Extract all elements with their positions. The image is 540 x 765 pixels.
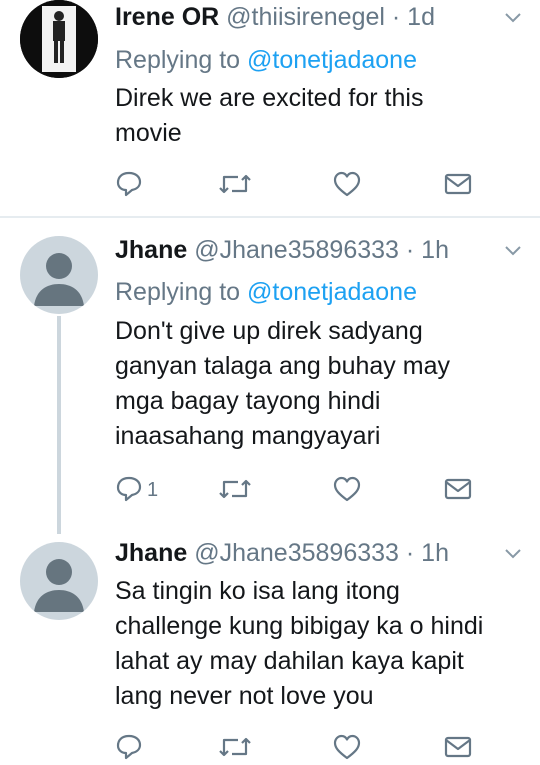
timestamp[interactable]: · 1h bbox=[406, 539, 449, 567]
heart-icon bbox=[333, 171, 361, 197]
default-avatar-icon bbox=[34, 253, 84, 306]
reply-count: 1 bbox=[147, 479, 159, 501]
tweet-actions bbox=[115, 170, 475, 202]
display-name[interactable]: Irene OR bbox=[115, 3, 219, 31]
mail-icon bbox=[444, 736, 472, 758]
user-handle[interactable]: @Jhane35896333 bbox=[194, 539, 399, 567]
tweet-text-line: lang never not love you bbox=[115, 682, 374, 710]
dm-button[interactable] bbox=[443, 475, 473, 507]
reply-icon bbox=[116, 734, 142, 760]
chevron-down-icon[interactable] bbox=[504, 548, 522, 560]
replying-to: Replying to @tonetjadaone bbox=[115, 275, 417, 309]
tweet-text-line: movie bbox=[115, 119, 182, 147]
thread-connector bbox=[57, 316, 61, 534]
chevron-down-icon[interactable] bbox=[504, 12, 522, 24]
avatar[interactable] bbox=[20, 236, 98, 314]
avatar[interactable] bbox=[20, 0, 98, 78]
tweet-text-line: lahat ay may dahilan kaya kapit bbox=[115, 647, 464, 675]
retweet-icon bbox=[219, 479, 251, 499]
retweet-button[interactable] bbox=[218, 475, 252, 507]
tweet-3[interactable]: Jhane @Jhane35896333 · 1h Sa tingin ko i… bbox=[0, 528, 540, 764]
timestamp[interactable]: · 1h bbox=[406, 236, 449, 264]
display-name[interactable]: Jhane bbox=[115, 539, 187, 567]
replying-to-label: Replying to bbox=[115, 46, 241, 74]
tweet-1[interactable]: Irene OR @thiisirenegel · 1d Replying to… bbox=[0, 0, 540, 216]
tweet-text: Direk we are excited for this movie bbox=[115, 81, 525, 151]
default-avatar-icon bbox=[34, 559, 84, 612]
mention-link[interactable]: @tonetjadaone bbox=[247, 278, 417, 306]
dm-button[interactable] bbox=[443, 733, 473, 765]
tweet-text-line: mga bagay tayong hindi bbox=[115, 387, 381, 415]
timestamp[interactable]: · 1d bbox=[392, 3, 435, 31]
reply-button[interactable] bbox=[115, 733, 143, 765]
retweet-icon bbox=[219, 737, 251, 757]
dm-button[interactable] bbox=[443, 170, 473, 202]
replying-to: Replying to @tonetjadaone bbox=[115, 43, 417, 77]
avatar[interactable] bbox=[20, 542, 98, 620]
like-button[interactable] bbox=[332, 475, 362, 507]
reply-button[interactable]: 1 bbox=[115, 475, 158, 507]
user-handle[interactable]: @Jhane35896333 bbox=[194, 236, 399, 264]
tweet-text-line: challenge kung bibigay ka o hindi bbox=[115, 612, 484, 640]
tweet-text-line: ganyan talaga ang buhay may bbox=[115, 352, 450, 380]
reply-button[interactable] bbox=[115, 170, 143, 202]
user-handle[interactable]: @thiisirenegel bbox=[226, 3, 385, 31]
heart-icon bbox=[333, 476, 361, 502]
like-button[interactable] bbox=[332, 733, 362, 765]
tweet-header: Jhane @Jhane35896333 · 1h bbox=[115, 536, 449, 570]
tweet-text-line: Sa tingin ko isa lang itong bbox=[115, 577, 400, 605]
tweet-text-line: inaasahang mangyayari bbox=[115, 422, 381, 450]
tweet-text: Don't give up direk sadyang ganyan talag… bbox=[115, 314, 525, 454]
retweet-icon bbox=[219, 174, 251, 194]
retweet-button[interactable] bbox=[218, 170, 252, 202]
like-button[interactable] bbox=[332, 170, 362, 202]
mention-link[interactable]: @tonetjadaone bbox=[247, 46, 417, 74]
reply-icon bbox=[116, 171, 142, 197]
tweet-header: Irene OR @thiisirenegel · 1d bbox=[115, 0, 435, 34]
tweet-2[interactable]: Jhane @Jhane35896333 · 1h Replying to @t… bbox=[0, 218, 540, 528]
chevron-down-icon[interactable] bbox=[504, 245, 522, 257]
mail-icon bbox=[444, 478, 472, 500]
heart-icon bbox=[333, 734, 361, 760]
retweet-button[interactable] bbox=[218, 733, 252, 765]
display-name[interactable]: Jhane bbox=[115, 236, 187, 264]
mail-icon bbox=[444, 173, 472, 195]
profile-photo bbox=[20, 0, 98, 78]
tweet-text-line: Don't give up direk sadyang bbox=[115, 317, 423, 345]
tweet-text: Sa tingin ko isa lang itong challenge ku… bbox=[115, 574, 525, 714]
tweet-actions bbox=[115, 733, 475, 765]
tweet-header: Jhane @Jhane35896333 · 1h bbox=[115, 233, 449, 267]
replying-to-label: Replying to bbox=[115, 278, 241, 306]
tweet-text-line: Direk we are excited for this bbox=[115, 84, 424, 112]
reply-icon bbox=[116, 476, 142, 502]
tweet-actions: 1 bbox=[115, 475, 475, 507]
